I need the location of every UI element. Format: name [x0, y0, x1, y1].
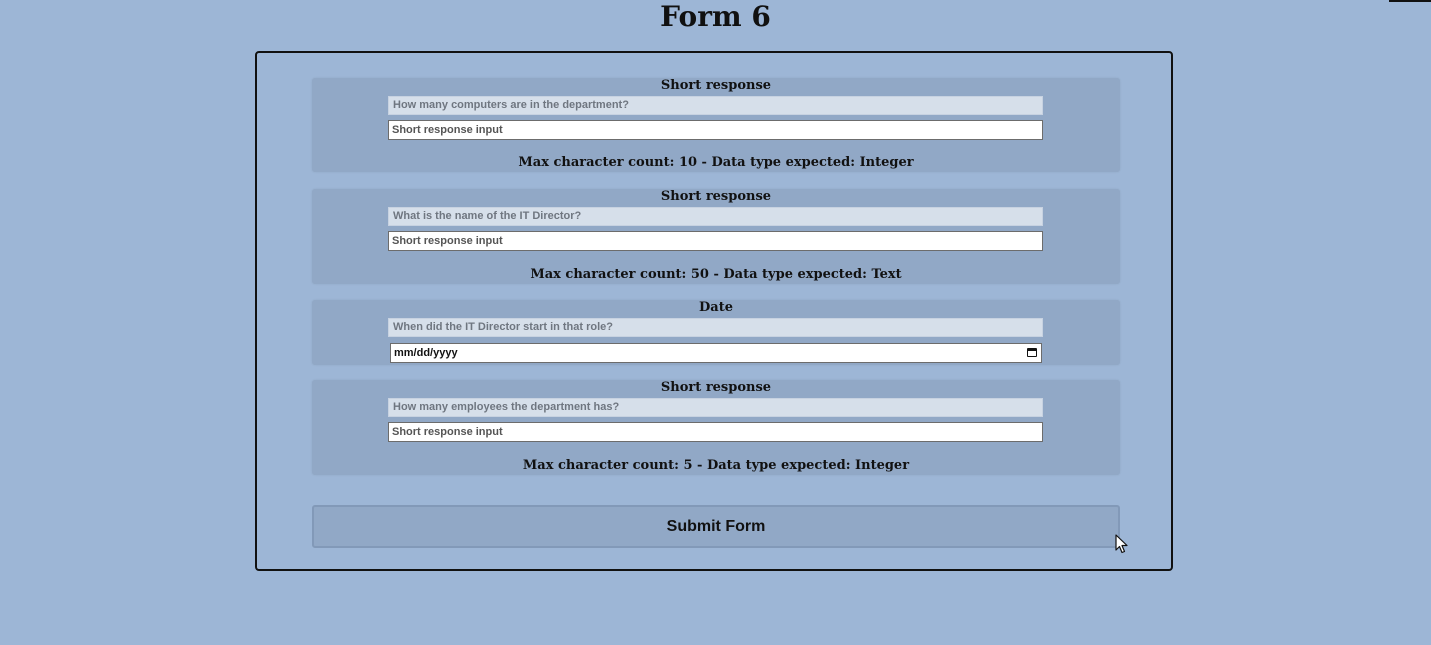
date-input[interactable]: mm/dd/yyyy: [390, 343, 1042, 363]
form-container: Short response How many computers are in…: [255, 51, 1173, 571]
question-constraint: Max character count: 5 - Data type expec…: [522, 458, 910, 473]
question-card: Short response How many computers are in…: [312, 78, 1120, 172]
calendar-icon[interactable]: [1027, 348, 1037, 357]
page-title: Form 6: [660, 0, 771, 33]
question-constraint: Max character count: 10 - Data type expe…: [518, 155, 914, 170]
question-type-label: Short response: [660, 78, 772, 93]
question-card: Short response What is the name of the I…: [312, 189, 1120, 284]
date-placeholder: mm/dd/yyyy: [394, 347, 458, 359]
question-constraint: Max character count: 50 - Data type expe…: [530, 267, 902, 282]
mouse-pointer-icon: [1115, 534, 1128, 554]
page: Form 6 Short response How many computers…: [0, 0, 1431, 645]
short-response-input[interactable]: [388, 120, 1043, 140]
question-prompt: How many computers are in the department…: [388, 96, 1043, 115]
question-type-label: Short response: [660, 189, 772, 204]
question-card: Short response How many employees the de…: [312, 380, 1120, 475]
question-card: Date When did the IT Director start in t…: [312, 300, 1120, 365]
short-response-input[interactable]: [388, 231, 1043, 251]
question-type-label: Short response: [660, 380, 772, 395]
question-prompt: When did the IT Director start in that r…: [388, 318, 1043, 337]
question-prompt: What is the name of the IT Director?: [388, 207, 1043, 226]
corner-mark: [1389, 0, 1431, 2]
short-response-input[interactable]: [388, 422, 1043, 442]
submit-form-button[interactable]: Submit Form: [312, 505, 1120, 548]
question-prompt: How many employees the department has?: [388, 398, 1043, 417]
question-type-label: Date: [699, 300, 733, 315]
